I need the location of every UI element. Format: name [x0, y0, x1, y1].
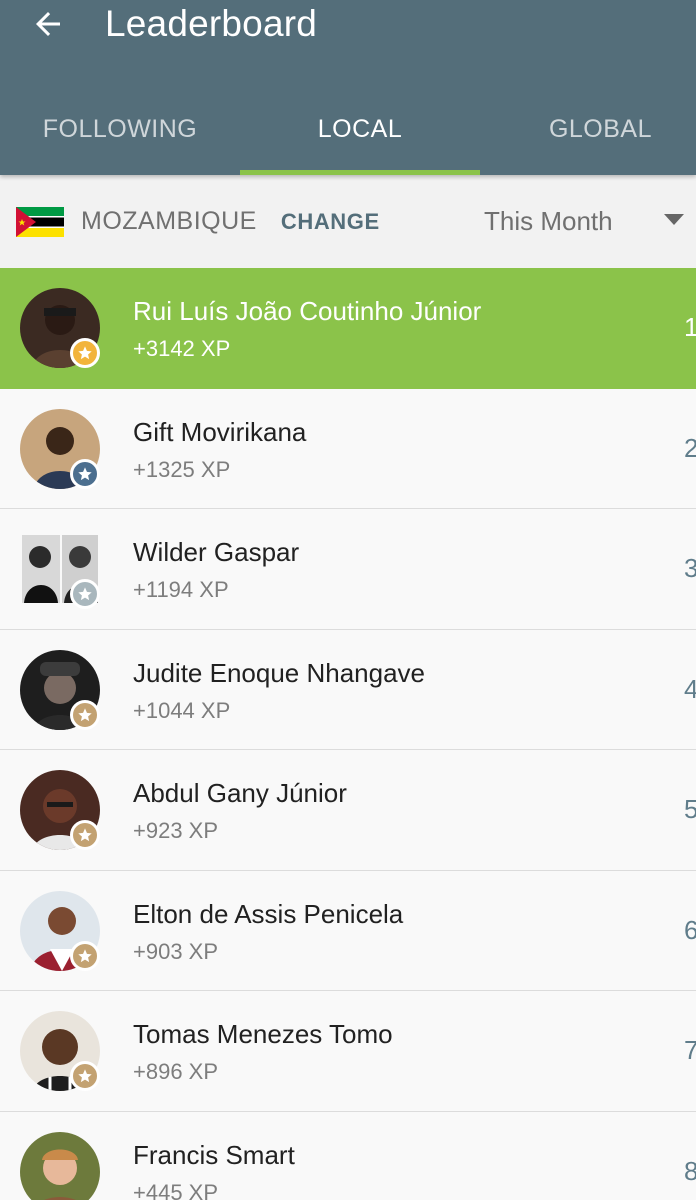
leader-rank: 6 [684, 914, 696, 945]
leader-rank: 3 [684, 553, 696, 583]
bronze-star-badge [70, 820, 100, 850]
leader-rank: 4 [684, 673, 696, 704]
change-country-button[interactable]: CHANGE [281, 209, 380, 235]
leader-name: Judite Enoque Nhangave [133, 657, 426, 688]
leaderboard-row[interactable]: Judite Enoque Nhangave +1044 XP 4 [0, 629, 696, 750]
star-icon [78, 1069, 92, 1083]
page-title: Leaderboard [105, 3, 318, 44]
filter-bar: MOZAMBIQUE CHANGE This Month [0, 175, 696, 268]
leaderboard-screen: Leaderboard FOLLOWING LOCAL GLOBAL MOZAM… [0, 0, 696, 1200]
bronze-star-badge [70, 699, 100, 730]
star-icon [78, 346, 92, 360]
tab-bar: FOLLOWING LOCAL GLOBAL [0, 92, 696, 175]
leader-rank: 7 [684, 1035, 696, 1065]
star-icon [78, 948, 92, 962]
leader-rank: 8 [684, 1155, 696, 1186]
bronze-star-badge [70, 1061, 100, 1091]
tab-global[interactable]: GLOBAL [480, 92, 696, 175]
leader-xp: +923 XP [133, 818, 219, 843]
tab-local[interactable]: LOCAL [240, 92, 480, 175]
leaderboard-list: Rui Luís João Coutinho Júnior +3142 XP 1… [0, 268, 696, 1200]
tab-following[interactable]: FOLLOWING [0, 92, 240, 175]
avatar [20, 1131, 100, 1200]
blue-star-badge [70, 458, 100, 489]
leaderboard-row[interactable]: Tomas Menezes Tomo +896 XP 7 [0, 991, 696, 1112]
leader-name: Abdul Gany Júnior [133, 778, 347, 808]
leader-xp: +445 XP [133, 1179, 219, 1200]
tab-indicator [240, 170, 480, 175]
arrow-left-icon [36, 12, 60, 36]
period-dropdown[interactable]: This Month [484, 175, 696, 268]
app-bar: Leaderboard FOLLOWING LOCAL GLOBAL [0, 0, 696, 175]
leader-xp: +1044 XP [133, 697, 231, 723]
leaderboard-row[interactable]: Rui Luís João Coutinho Júnior +3142 XP 1 [0, 268, 696, 389]
star-icon [78, 587, 92, 601]
leaderboard-row[interactable]: Gift Movirikana +1325 XP 2 [0, 388, 696, 509]
silver-star-badge [70, 579, 100, 609]
mozambique-flag-icon [16, 206, 64, 237]
star-icon [78, 707, 92, 721]
leader-name: Gift Movirikana [133, 416, 307, 447]
leader-rank: 2 [684, 432, 696, 463]
leader-xp: +903 XP [133, 938, 219, 964]
star-icon [78, 828, 92, 842]
leaderboard-row[interactable]: Elton de Assis Penicela +903 XP 6 [0, 870, 696, 991]
period-label: This Month [484, 206, 613, 236]
leader-name: Francis Smart [133, 1139, 295, 1170]
gold-star-badge [70, 338, 100, 368]
leader-xp: +3142 XP [133, 336, 231, 361]
leader-xp: +1194 XP [133, 577, 229, 602]
leader-name: Rui Luís João Coutinho Júnior [133, 296, 482, 326]
leader-rank: 1 [684, 312, 696, 342]
leaderboard-row[interactable]: Wilder Gaspar +1194 XP 3 [0, 509, 696, 630]
leader-xp: +1325 XP [133, 456, 231, 482]
leader-xp: +896 XP [133, 1059, 219, 1084]
leader-name: Elton de Assis Penicela [133, 898, 404, 929]
star-icon [78, 466, 92, 480]
leaderboard-row[interactable]: Abdul Gany Júnior +923 XP 5 [0, 750, 696, 871]
country-label: MOZAMBIQUE [81, 207, 257, 235]
bronze-star-badge [70, 940, 100, 971]
leaderboard-row[interactable]: Francis Smart +445 XP 8 [0, 1111, 696, 1200]
back-button[interactable] [22, 2, 74, 46]
leader-name: Tomas Menezes Tomo [133, 1019, 393, 1049]
leader-rank: 5 [684, 794, 696, 824]
leader-name: Wilder Gaspar [133, 537, 300, 567]
dropdown-arrow-icon [664, 214, 684, 225]
